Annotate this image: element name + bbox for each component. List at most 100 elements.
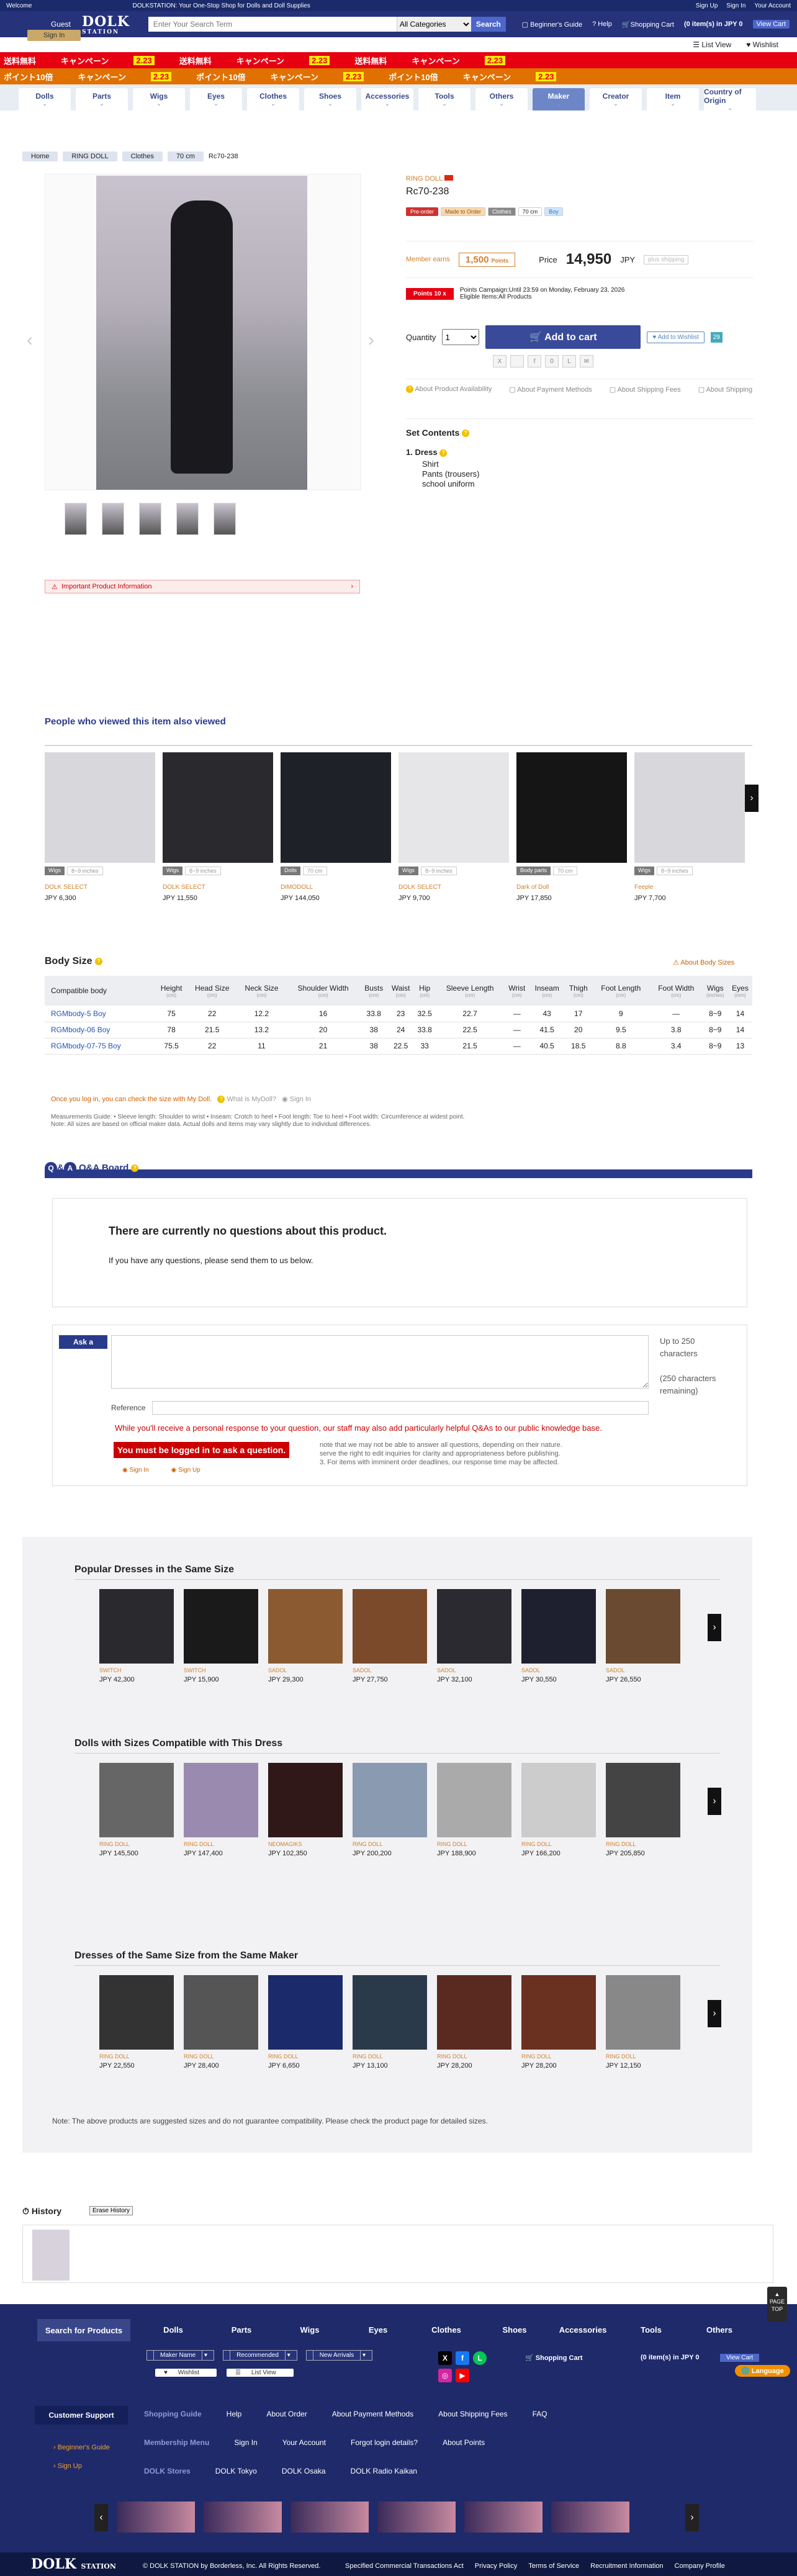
product-thumb[interactable] [268,1589,343,1664]
about-body-sizes-link[interactable]: ⚠ About Body Sizes [673,958,734,966]
nav-country-of-origin[interactable]: Country of Origin ⌄ [704,88,756,111]
guide-link[interactable]: FAQ [533,2410,547,2418]
nav-item[interactable]: Item ⌄ [647,88,699,110]
site-logo[interactable]: DOLK STATION [82,14,130,35]
maker-name-select[interactable]: Maker Name ▾ [146,2350,215,2361]
product-thumb[interactable] [521,1975,596,2050]
account-link[interactable]: Your Account [754,2,791,9]
product-thumb[interactable] [606,1589,680,1664]
carousel-next-icon[interactable]: › [745,785,759,812]
related-item[interactable]: RING DOLL JPY 200,200 [353,1763,427,1857]
payment-link[interactable]: ▢ About Payment Methods [509,385,592,394]
related-item[interactable]: RING DOLL JPY 147,400 [184,1763,258,1857]
carousel-next-icon[interactable]: › [708,1614,721,1641]
member-link[interactable]: Sign In [234,2438,257,2447]
footer-side-link[interactable]: › Beginner's Guide [53,2438,110,2457]
related-item[interactable]: RING DOLL JPY 12,150 [606,1975,680,2069]
wishlist-link[interactable]: ♥ Wishlist [746,40,778,49]
facebook-icon[interactable]: f [456,2351,469,2365]
product-thumb[interactable] [606,1975,680,2050]
line-icon[interactable]: L [473,2351,487,2365]
item-maker[interactable]: RING DOLL [353,2053,427,2060]
facebook-share-icon[interactable]: f [528,355,541,367]
item-maker[interactable]: DOLK SELECT [163,884,273,891]
language-button[interactable]: 🌐 Language [735,2365,790,2377]
qa-signin-link[interactable]: ◉ Sign In [122,1467,149,1474]
banner-next-icon[interactable]: › [685,2504,699,2531]
signin-link[interactable]: Sign In [726,2,745,9]
item-maker[interactable]: RING DOLL [353,1841,427,1847]
search-input[interactable] [148,17,397,32]
footer-cart-link[interactable]: 🛒 Shopping Cart [525,2351,583,2365]
thumbnail[interactable] [176,503,199,535]
item-maker[interactable]: RING DOLL [521,1841,596,1847]
nav-shoes[interactable]: Shoes ⌄ [304,88,356,110]
product-thumb[interactable] [437,1763,511,1837]
add-to-wishlist-button[interactable]: ♥ Add to Wishlist [647,331,705,343]
item-maker[interactable]: SADOL [353,1667,427,1673]
youtube-icon[interactable]: ▶ [456,2369,469,2382]
item-maker[interactable]: RING DOLL [99,2053,174,2060]
legal-link[interactable]: Company Profile [675,2562,725,2570]
history-item[interactable] [32,2230,70,2281]
body-link[interactable]: RGMbody-06 Boy [45,1022,156,1038]
new-arrivals-select[interactable]: New Arrivals ▾ [305,2350,373,2361]
product-thumb[interactable] [184,1589,258,1664]
related-item[interactable]: SWITCH JPY 15,900 [184,1589,258,1683]
view-cart-button[interactable]: View Cart [752,20,790,29]
item-maker[interactable]: SWITCH [184,1667,258,1673]
quantity-select[interactable]: 1 [442,329,480,345]
guide-link[interactable]: About Order [266,2410,307,2418]
guide-link[interactable]: Help [227,2410,242,2418]
mail-share-icon[interactable]: ✉ [580,355,593,367]
erase-history-button[interactable]: Erase History [89,2206,133,2215]
product-thumb[interactable] [521,1589,596,1664]
cart-link[interactable]: 🛒Shopping Cart [622,20,674,29]
product-thumb[interactable] [437,1975,511,2050]
item-maker[interactable]: Dark of Doll [516,884,627,891]
related-item[interactable]: RING DOLL JPY 28,200 [521,1975,596,2069]
help-link[interactable]: ? Help [592,20,612,28]
item-maker[interactable]: RING DOLL [268,2053,343,2060]
item-maker[interactable]: DOLK SELECT [45,884,155,891]
viewed-item[interactable]: Body parts 70 cm Dark of Doll JPY 17,850 [516,752,627,902]
beginners-guide-link[interactable]: ▢ Beginner's Guide [522,20,583,29]
add-to-cart-button[interactable]: 🛒 Add to cart [485,325,641,349]
legal-link[interactable]: Terms of Service [528,2562,579,2570]
banner-item[interactable] [117,2502,195,2533]
related-item[interactable]: SADOL JPY 29,300 [268,1589,343,1683]
related-item[interactable]: RING DOLL JPY 145,500 [99,1763,174,1857]
item-maker[interactable]: RING DOLL [184,1841,258,1847]
ask-tab[interactable]: Ask a [59,1335,107,1349]
product-thumb[interactable] [45,752,155,863]
member-link[interactable]: About Points [443,2438,485,2447]
nav-clothes[interactable]: Clothes ⌄ [247,88,299,110]
carousel-next-icon[interactable]: › [708,2000,721,2027]
viewed-item[interactable]: Wigs 8~9 inches Feeple JPY 7,700 [634,752,745,902]
item-maker[interactable]: RING DOLL [437,2053,511,2060]
related-item[interactable]: SWITCH JPY 42,300 [99,1589,174,1683]
product-thumb[interactable] [268,1975,343,2050]
product-thumb[interactable] [268,1763,343,1837]
related-item[interactable]: RING DOLL JPY 188,900 [437,1763,511,1857]
nav-accessories[interactable]: Accessories ⌄ [361,88,413,110]
thumbnail[interactable] [102,503,124,535]
nav-dolls[interactable]: Dolls ⌄ [19,88,71,110]
member-link[interactable]: Forgot login details? [351,2438,418,2447]
product-thumb[interactable] [521,1763,596,1837]
product-thumb[interactable] [634,752,745,863]
product-thumb[interactable] [516,752,627,863]
item-maker[interactable]: SWITCH [99,1667,174,1673]
breadcrumb-home[interactable]: Home [22,151,58,161]
x-icon[interactable]: X [438,2351,452,2365]
nav-tools[interactable]: Tools ⌄ [418,88,471,110]
product-thumb[interactable] [163,752,273,863]
nav-creator[interactable]: Creator ⌄ [590,88,642,110]
product-thumb[interactable] [184,1763,258,1837]
category-select[interactable]: All Categories [396,17,471,32]
footer-cat-accessories[interactable]: Accessories [549,2319,617,2341]
thumbnail[interactable] [65,503,87,535]
footer-cat-tools[interactable]: Tools [617,2319,685,2341]
related-item[interactable]: SADOL JPY 27,750 [353,1589,427,1683]
related-item[interactable]: RING DOLL JPY 13,100 [353,1975,427,2069]
